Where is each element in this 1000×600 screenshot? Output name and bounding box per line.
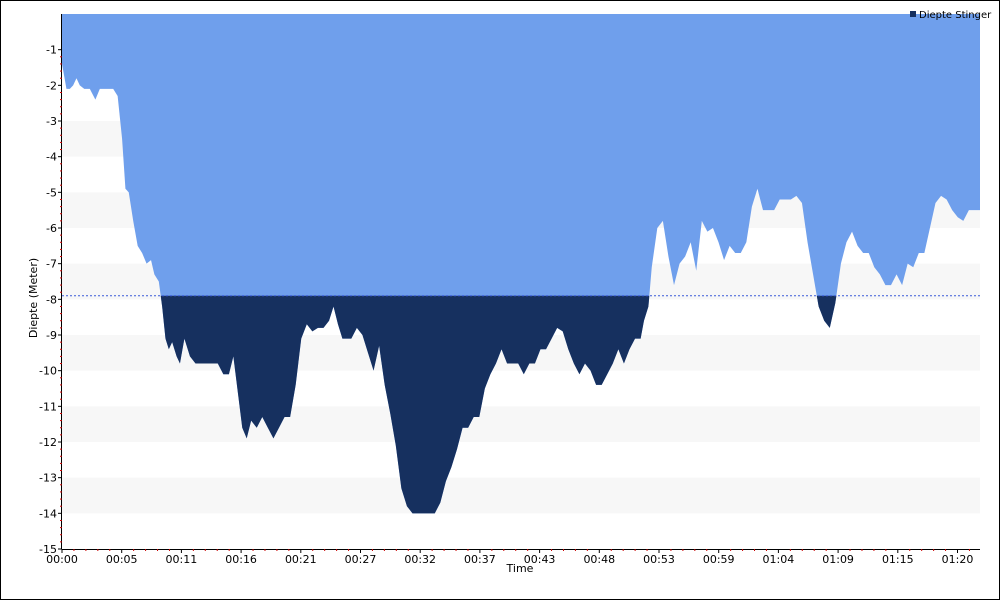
x-tick-label: 00:37 — [464, 553, 496, 566]
x-tick-label: 00:32 — [404, 553, 436, 566]
x-tick-label: 00:59 — [703, 553, 735, 566]
x-tick-label: 00:05 — [106, 553, 138, 566]
x-tick-label: 01:15 — [882, 553, 914, 566]
x-tick-label: 01:09 — [822, 553, 854, 566]
legend: Diepte Stinger — [910, 10, 992, 21]
y-axis-title: Diepte (Meter) — [27, 258, 40, 338]
x-tick-label: 00:21 — [285, 553, 317, 566]
legend-label: Diepte Stinger — [919, 10, 992, 21]
y-tick-label: -13 — [39, 472, 57, 485]
y-tick-label: -14 — [39, 507, 57, 520]
x-tick-label: 00:48 — [583, 553, 615, 566]
y-tick-label: -2 — [46, 79, 57, 92]
x-tick-label: 01:04 — [763, 553, 795, 566]
y-tick-label: -1 — [46, 44, 57, 57]
band — [62, 477, 980, 514]
x-tick-label: 00:27 — [345, 553, 377, 566]
depth-chart: -1-2-3-4-5-6-7-8-9-10-11-12-13-14-15 00:… — [27, 10, 992, 575]
y-tick-label: -6 — [46, 222, 57, 235]
y-tick-label: -4 — [46, 151, 57, 164]
y-axis-ticks: -1-2-3-4-5-6-7-8-9-10-11-12-13-14-15 — [39, 44, 62, 556]
band — [62, 406, 980, 442]
y-tick-label: -8 — [46, 293, 57, 306]
y-tick-label: -7 — [46, 258, 57, 271]
y-tick-label: -12 — [39, 436, 57, 449]
y-tick-label: -3 — [46, 115, 57, 128]
x-axis-title: Time — [506, 562, 534, 575]
x-tick-label: 00:16 — [225, 553, 257, 566]
legend-swatch — [910, 11, 916, 17]
y-tick-label: -10 — [39, 365, 57, 378]
x-tick-label: 01:20 — [942, 553, 974, 566]
x-tick-label: 00:00 — [46, 553, 78, 566]
x-tick-label: 00:53 — [643, 553, 675, 566]
y-tick-label: -9 — [46, 329, 57, 342]
y-tick-label: -11 — [39, 400, 57, 413]
x-tick-label: 00:11 — [166, 553, 198, 566]
y-tick-label: -5 — [46, 186, 57, 199]
